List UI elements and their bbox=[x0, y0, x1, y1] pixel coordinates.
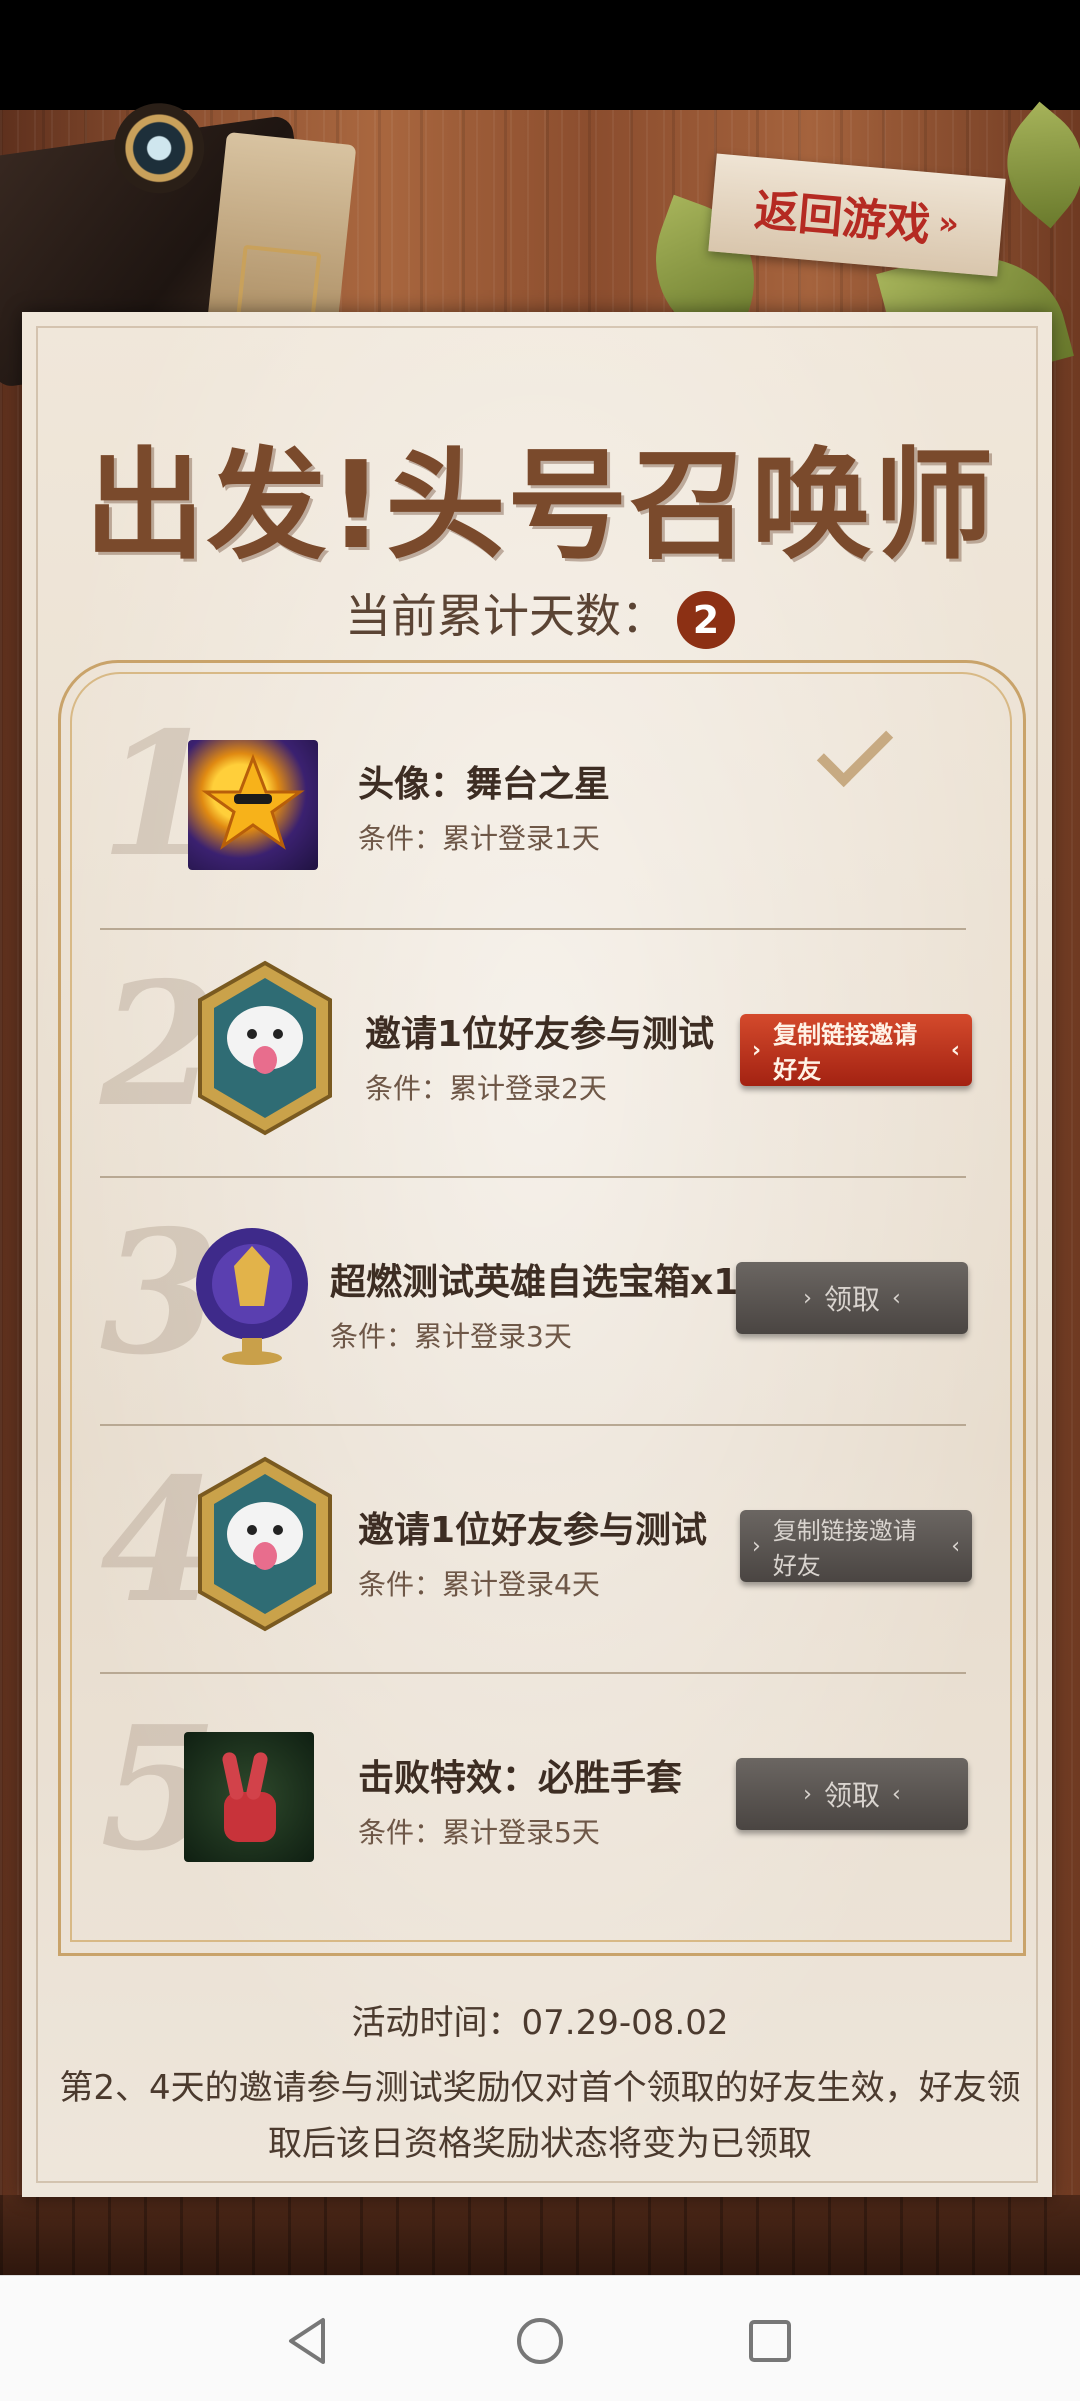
chevron-left-icon: ‹ bbox=[892, 1781, 901, 1807]
chevron-left-icon: ‹ bbox=[950, 1037, 960, 1063]
reward-row-3: 3 超燃测试英雄自选宝箱x1 条件：累计登录3天 › 领取 ‹ bbox=[100, 1178, 980, 1426]
back-nav-icon[interactable] bbox=[283, 2314, 337, 2368]
claim-button[interactable]: › 领取 ‹ bbox=[736, 1262, 968, 1334]
reward-title: 头像：舞台之星 bbox=[358, 764, 611, 805]
chevron-right-icon: › bbox=[752, 1037, 762, 1063]
activity-time: 活动时间：07.29-08.02 bbox=[351, 2003, 729, 2043]
reward-row-2: 2 邀请1位好友参与测试 条件：累计登录2天 › 复制链接邀请好友 ‹ bbox=[100, 930, 980, 1178]
status-bar bbox=[0, 0, 1080, 110]
reward-condition: 条件：累计登录5天 bbox=[358, 1816, 600, 1849]
copy-invite-link-button[interactable]: › 复制链接邀请好友 ‹ bbox=[740, 1014, 972, 1086]
return-label: 返回游戏 bbox=[752, 185, 933, 252]
reward-condition: 条件：累计登录1天 bbox=[358, 822, 600, 855]
reward-title: 超燃测试英雄自选宝箱x1 bbox=[330, 1262, 739, 1303]
reward-title: 击败特效：必胜手套 bbox=[358, 1758, 683, 1799]
system-nav-bar bbox=[0, 2275, 1080, 2401]
hero-chest-orb-icon bbox=[192, 1226, 312, 1366]
poro-emblem-icon bbox=[190, 958, 340, 1138]
victory-glove-icon bbox=[184, 1732, 314, 1862]
reward-row-1: 1 头像：舞台之星 条件：累计登录1天 bbox=[100, 680, 980, 928]
chevron-right-icon: › bbox=[803, 1781, 812, 1807]
recents-nav-icon[interactable] bbox=[743, 2314, 797, 2368]
reward-title: 邀请1位好友参与测试 bbox=[358, 1510, 708, 1551]
chevron-right-icon: › bbox=[803, 1285, 812, 1311]
button-label: 复制链接邀请好友 bbox=[772, 1517, 917, 1580]
button-label: 领取 bbox=[823, 1283, 880, 1316]
activity-note: 第2、4天的邀请参与测试奖励仅对首个领取的好友生效，好友领取后该日资格奖励状态将… bbox=[59, 2068, 1021, 2164]
reward-condition: 条件：累计登录2天 bbox=[365, 1072, 607, 1105]
chevron-left-icon: ‹ bbox=[951, 1533, 960, 1559]
cumulative-days: 当前累计天数： 2 bbox=[0, 580, 1080, 649]
copy-invite-link-button[interactable]: › 复制链接邀请好友 ‹ bbox=[740, 1510, 972, 1582]
reward-row-4: 4 邀请1位好友参与测试 条件：累计登录4天 › 复制链接邀请好友 ‹ bbox=[100, 1426, 980, 1674]
page-title: 出发!头号召唤师 bbox=[84, 437, 996, 576]
claimed-check-icon bbox=[816, 710, 894, 788]
claim-button[interactable]: › 领取 ‹ bbox=[736, 1758, 968, 1830]
days-badge: 2 bbox=[677, 590, 735, 649]
chevron-left-icon: ‹ bbox=[892, 1285, 901, 1311]
home-nav-icon[interactable] bbox=[513, 2314, 567, 2368]
double-chevron-icon: » bbox=[936, 203, 961, 243]
wood-floor bbox=[0, 2195, 1080, 2275]
reward-title: 邀请1位好友参与测试 bbox=[365, 1014, 715, 1055]
reward-condition: 条件：累计登录4天 bbox=[358, 1568, 600, 1601]
button-label: 复制链接邀请好友 bbox=[773, 1021, 918, 1084]
star-avatar-icon bbox=[188, 740, 318, 870]
button-label: 领取 bbox=[823, 1779, 880, 1812]
reward-row-5: 5 击败特效：必胜手套 条件：累计登录5天 › 领取 ‹ bbox=[100, 1674, 980, 1922]
cumulative-days-label: 当前累计天数： bbox=[345, 589, 667, 643]
chevron-right-icon: › bbox=[752, 1533, 761, 1559]
poro-emblem-icon bbox=[190, 1454, 340, 1634]
reward-condition: 条件：累计登录3天 bbox=[330, 1320, 572, 1353]
